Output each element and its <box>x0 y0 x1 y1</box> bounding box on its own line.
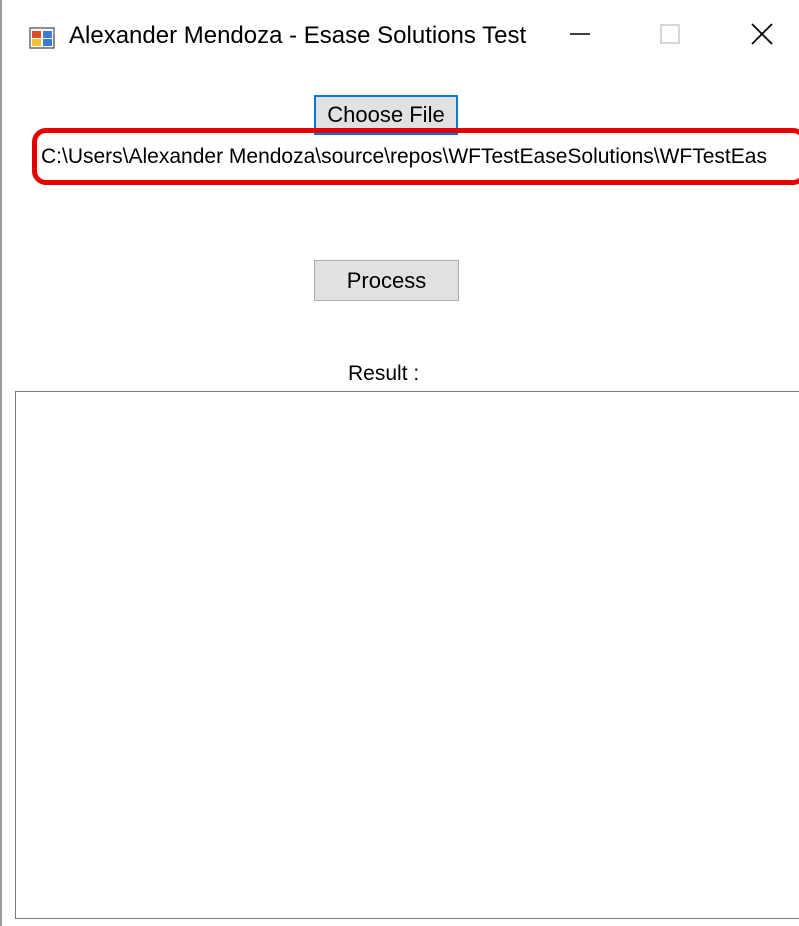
process-button[interactable]: Process <box>314 260 459 301</box>
minimize-icon <box>568 22 592 51</box>
close-icon <box>750 22 774 51</box>
maximize-button[interactable] <box>650 16 690 56</box>
highlight-annotation <box>32 128 799 185</box>
window-title: Alexander Mendoza - Esase Solutions Test <box>69 22 527 49</box>
winforms-app-icon <box>29 26 55 50</box>
close-button[interactable] <box>742 16 782 56</box>
result-label: Result : <box>348 362 420 385</box>
minimize-button[interactable] <box>560 16 600 56</box>
title-bar[interactable]: Alexander Mendoza - Esase Solutions Test <box>2 0 799 76</box>
maximize-icon <box>658 22 682 51</box>
result-textbox[interactable] <box>15 391 799 919</box>
app-window: Alexander Mendoza - Esase Solutions Test… <box>0 0 799 926</box>
